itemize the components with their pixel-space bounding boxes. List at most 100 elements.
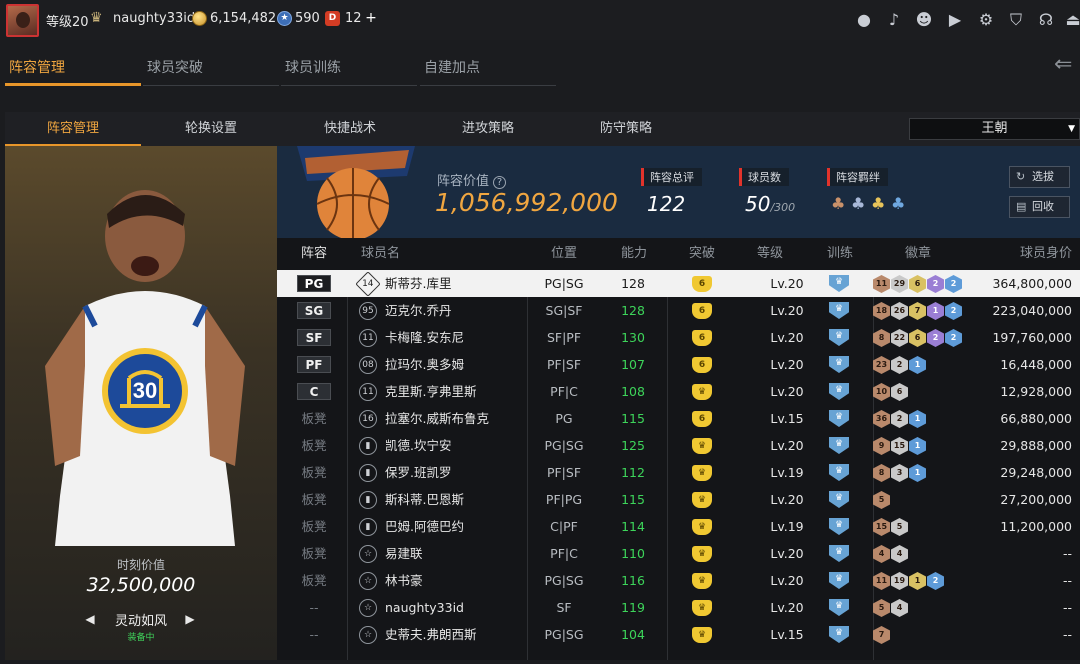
breakthrough-badge-icon[interactable]: ♛ <box>692 384 712 400</box>
player-ability: 108 <box>621 384 645 399</box>
badge-list[interactable]: 831 <box>873 463 927 482</box>
subtab-lineup[interactable]: 阵容管理 <box>5 112 141 146</box>
badge-list[interactable]: 36 2 1 <box>873 409 927 428</box>
breakthrough-badge-icon[interactable]: ♛ <box>692 492 712 508</box>
headset-icon[interactable]: ☊ <box>1035 10 1057 30</box>
tab-player-training[interactable]: 球员训练 <box>281 52 417 86</box>
col-position[interactable]: 位置 <box>551 238 577 270</box>
lineup-slot[interactable]: 板凳 <box>299 432 329 459</box>
subtab-quick-tactics[interactable]: 快捷战术 <box>282 112 418 146</box>
player-name: 林书豪 <box>385 573 423 588</box>
breakthrough-badge-icon[interactable]: ♛ <box>692 627 712 643</box>
table-row[interactable]: 板凳 ▮ 斯科蒂.巴恩斯 PF|PG 115 ♛ Lv.20 ♛ 5 27,200,000 <box>277 486 1080 513</box>
table-row[interactable]: 板凳 ☆ 林书豪 PG|SG 116 ♛ Lv.20 ♛ 11 19 1 2 -- <box>277 567 1080 594</box>
exit-icon[interactable]: ⏏ <box>1062 10 1080 30</box>
moment-value: 32,500,000 <box>86 574 196 596</box>
player-name: 迈克尔.乔丹 <box>385 303 452 318</box>
breakthrough-badge-icon[interactable]: 6 <box>692 276 712 292</box>
tab-player-breakthrough[interactable]: 球员突破 <box>143 52 279 86</box>
table-row[interactable]: 板凳 ▮ 保罗.班凯罗 PF|SF 112 ♛ Lv.19 ♛ 8 3 1 29,248,000 <box>277 459 1080 486</box>
lineup-slot[interactable]: 板凳 <box>299 567 329 594</box>
breakthrough-badge-icon[interactable]: 6 <box>692 303 712 319</box>
badge-medal-icon: 29 <box>891 275 908 293</box>
breakthrough-badge-icon[interactable]: 6 <box>692 357 712 373</box>
breakthrough-badge-icon[interactable]: 6 <box>692 330 712 346</box>
lineup-slot[interactable]: C <box>297 383 331 400</box>
badge-list[interactable]: 15 5 <box>873 517 909 536</box>
badge-medal-icon: 7 <box>873 626 890 644</box>
lineup-slot[interactable]: PG <box>297 275 331 292</box>
col-breakthrough[interactable]: 突破 <box>689 238 715 270</box>
breakthrough-badge-icon[interactable]: 6 <box>692 411 712 427</box>
avatar[interactable] <box>6 4 39 37</box>
table-row[interactable]: 板凳 ▮ 凯德.坎宁安 PG|SG 125 ♛ Lv.20 ♛ 9 15 1 29,888,000 <box>277 432 1080 459</box>
badge-list[interactable]: 23 2 1 <box>873 355 927 374</box>
col-player-value[interactable]: 球员身价 <box>1020 238 1072 270</box>
col-training[interactable]: 训练 <box>827 238 853 270</box>
player-value: 29,248,000 <box>1000 465 1072 480</box>
shield-icon[interactable]: ⛉ <box>1005 10 1027 30</box>
settings-gear-icon[interactable]: ⚙ <box>975 10 997 30</box>
breakthrough-badge-icon[interactable]: ♛ <box>692 465 712 481</box>
badge-list[interactable]: 10 6 <box>873 382 909 401</box>
breakthrough-badge-icon[interactable]: ♛ <box>692 438 712 454</box>
badge-list[interactable]: 9 15 1 <box>873 436 927 455</box>
tab-custom-attributes[interactable]: 自建加点 <box>420 52 556 86</box>
dynasty-select[interactable]: 王朝 ▼ <box>909 118 1080 140</box>
lineup-slot[interactable]: SF <box>297 329 331 346</box>
col-badges[interactable]: 徽章 <box>905 238 931 270</box>
back-arrow-icon[interactable]: ⇐ <box>1054 52 1080 78</box>
player-count: 50 <box>745 192 771 216</box>
subtab-offense-strategy[interactable]: 进攻策略 <box>420 112 556 146</box>
lineup-slot[interactable]: 板凳 <box>299 540 329 567</box>
sub-nav: 阵容管理 轮换设置 快捷战术 进攻策略 防守策略 王朝 ▼ <box>5 112 1080 146</box>
lineup-slot[interactable]: 板凳 <box>299 459 329 486</box>
lineup-slot[interactable]: PF <box>297 356 331 373</box>
lineup-slot[interactable]: -- <box>299 621 329 648</box>
table-row[interactable]: 板凳 ▮ 巴姆.阿德巴约 C|PF 114 ♛ Lv.19 ♛ 15 5 11,200,000 <box>277 513 1080 540</box>
breakthrough-badge-icon[interactable]: ♛ <box>692 519 712 535</box>
tab-lineup-management[interactable]: 阵容管理 <box>5 52 141 86</box>
breakthrough-badge-icon[interactable]: ♛ <box>692 546 712 562</box>
add-currency-button[interactable]: + <box>363 11 379 27</box>
badge-list[interactable]: 44 <box>873 544 909 563</box>
featured-player-card[interactable]: 30 时刻价值 32,500,000 ◀ 灵动如风 ▶ 装备中 <box>5 146 277 660</box>
bond-icons[interactable]: ♣ ♣ ♣ ♣ <box>831 194 911 213</box>
breakthrough-level: 6 <box>698 306 706 316</box>
jersey-number: 11 <box>362 387 374 397</box>
table-row[interactable]: 板凳 ☆ 易建联 PF|C 110 ♛ Lv.20 ♛ 4 4 -- <box>277 540 1080 567</box>
breakthrough-badge-icon[interactable]: ♛ <box>692 600 712 616</box>
friends-icon[interactable]: ☻ <box>913 10 935 30</box>
lineup-slot[interactable]: 板凳 <box>299 486 329 513</box>
badge-list[interactable]: 7 <box>873 625 891 644</box>
table-row[interactable]: PF 08 拉玛尔.奥多姆 PF|SF 107 6 Lv.20 ♛ 23 2 1 16,448,000 <box>277 351 1080 378</box>
breakthrough-badge-icon[interactable]: ♛ <box>692 573 712 589</box>
table-row[interactable]: -- ☆ naughty33id SF 119 ♛ Lv.20 ♛ 5 4 -- <box>277 594 1080 621</box>
video-play-icon[interactable]: ▶ <box>944 10 966 30</box>
lineup-slot[interactable]: SG <box>297 302 331 319</box>
player-type-icon: ☆ <box>359 545 377 563</box>
table-row[interactable]: SG 95 迈克尔.乔丹 SG|SF 128 6 Lv.20 ♛ 18 26 7 1 2 223,040,… <box>277 297 1080 324</box>
lineup-slot[interactable]: 板凳 <box>299 513 329 540</box>
subtab-rotation[interactable]: 轮换设置 <box>143 112 279 146</box>
table-row[interactable]: 板凳 16 拉塞尔.威斯布鲁克 PG 115 6 Lv.15 ♛ 36 2 1 66,880,000 <box>277 405 1080 432</box>
player-name: 保罗.班凯罗 <box>385 465 452 480</box>
table-row[interactable]: C 11 克里斯.亨弗里斯 PF|C 108 ♛ Lv.20 ♛ 10 6 12,928,000 <box>277 378 1080 405</box>
col-level[interactable]: 等级 <box>757 238 783 270</box>
profile-icon[interactable]: ● <box>853 10 875 30</box>
col-lineup[interactable]: 阵容 <box>301 238 327 270</box>
table-row[interactable]: -- ☆ 史蒂夫.弗朗西斯 PG|SG 104 ♛ Lv.15 ♛ 7 -- <box>277 621 1080 648</box>
notification-bell-icon[interactable]: ♪ <box>883 10 905 30</box>
badge-list[interactable]: 54 <box>873 598 909 617</box>
subtab-defense-strategy[interactable]: 防守策略 <box>558 112 694 146</box>
table-row[interactable]: SF 11 卡梅隆.安东尼 SF|PF 130 6 Lv.20 ♛ 8 22 6 2 2 197,760,… <box>277 324 1080 351</box>
recycle-button[interactable]: ▤ 回收 <box>1009 196 1070 218</box>
select-button[interactable]: ↻ 选拔 <box>1009 166 1070 188</box>
lineup-slot[interactable]: -- <box>299 594 329 621</box>
table-row[interactable]: PG 14 斯蒂芬.库里 PG|SG 128 6 Lv.20 ♛ 11 29 6 2 2 364,800,… <box>277 270 1080 297</box>
lineup-slot[interactable]: 板凳 <box>299 405 329 432</box>
badge-list[interactable]: 5 <box>873 490 891 509</box>
next-skill-arrow-icon[interactable]: ▶ <box>183 612 197 626</box>
col-player-name[interactable]: 球员名 <box>361 238 400 270</box>
col-ability[interactable]: 能力 <box>621 238 647 270</box>
